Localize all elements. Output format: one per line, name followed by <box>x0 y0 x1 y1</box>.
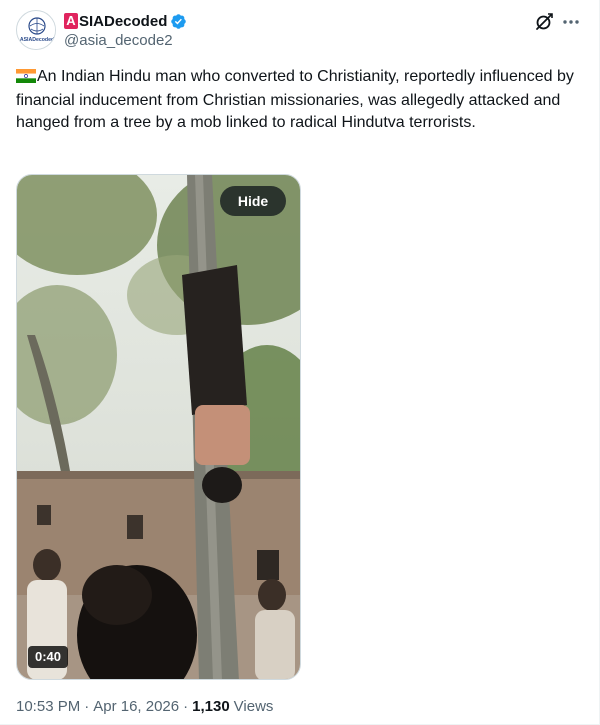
hide-media-button[interactable]: Hide <box>220 186 286 216</box>
post-date[interactable]: Apr 16, 2026 <box>93 698 179 715</box>
author-name[interactable]: A SIADecoded <box>64 11 187 31</box>
post-time[interactable]: 10:53 PM <box>16 698 80 715</box>
verified-badge-icon <box>170 13 187 30</box>
author-name-prefix: A <box>64 13 78 29</box>
views-count: 1,130 <box>192 698 230 715</box>
grok-icon[interactable] <box>533 11 555 33</box>
video-player[interactable] <box>16 174 301 680</box>
svg-text:ASIADecoded: ASIADecoded <box>20 37 54 43</box>
author-name-rest: SIADecoded <box>79 12 168 30</box>
meta-separator: · <box>183 698 189 715</box>
avatar[interactable]: ASIADecoded <box>16 10 56 50</box>
india-flag-icon <box>16 68 36 90</box>
views-label: Views <box>233 698 274 715</box>
video-duration: 0:40 <box>28 646 69 668</box>
more-icon[interactable] <box>560 11 582 33</box>
post-body: An Indian Hindu man who converted to Chr… <box>16 68 574 131</box>
post-meta: 10:53 PM · Apr 16, 2026 · 1,130 Views <box>16 698 273 715</box>
author-handle[interactable]: @asia_decode2 <box>64 32 173 49</box>
meta-separator: · <box>84 698 90 715</box>
post-text: An Indian Hindu man who converted to Chr… <box>16 66 582 134</box>
